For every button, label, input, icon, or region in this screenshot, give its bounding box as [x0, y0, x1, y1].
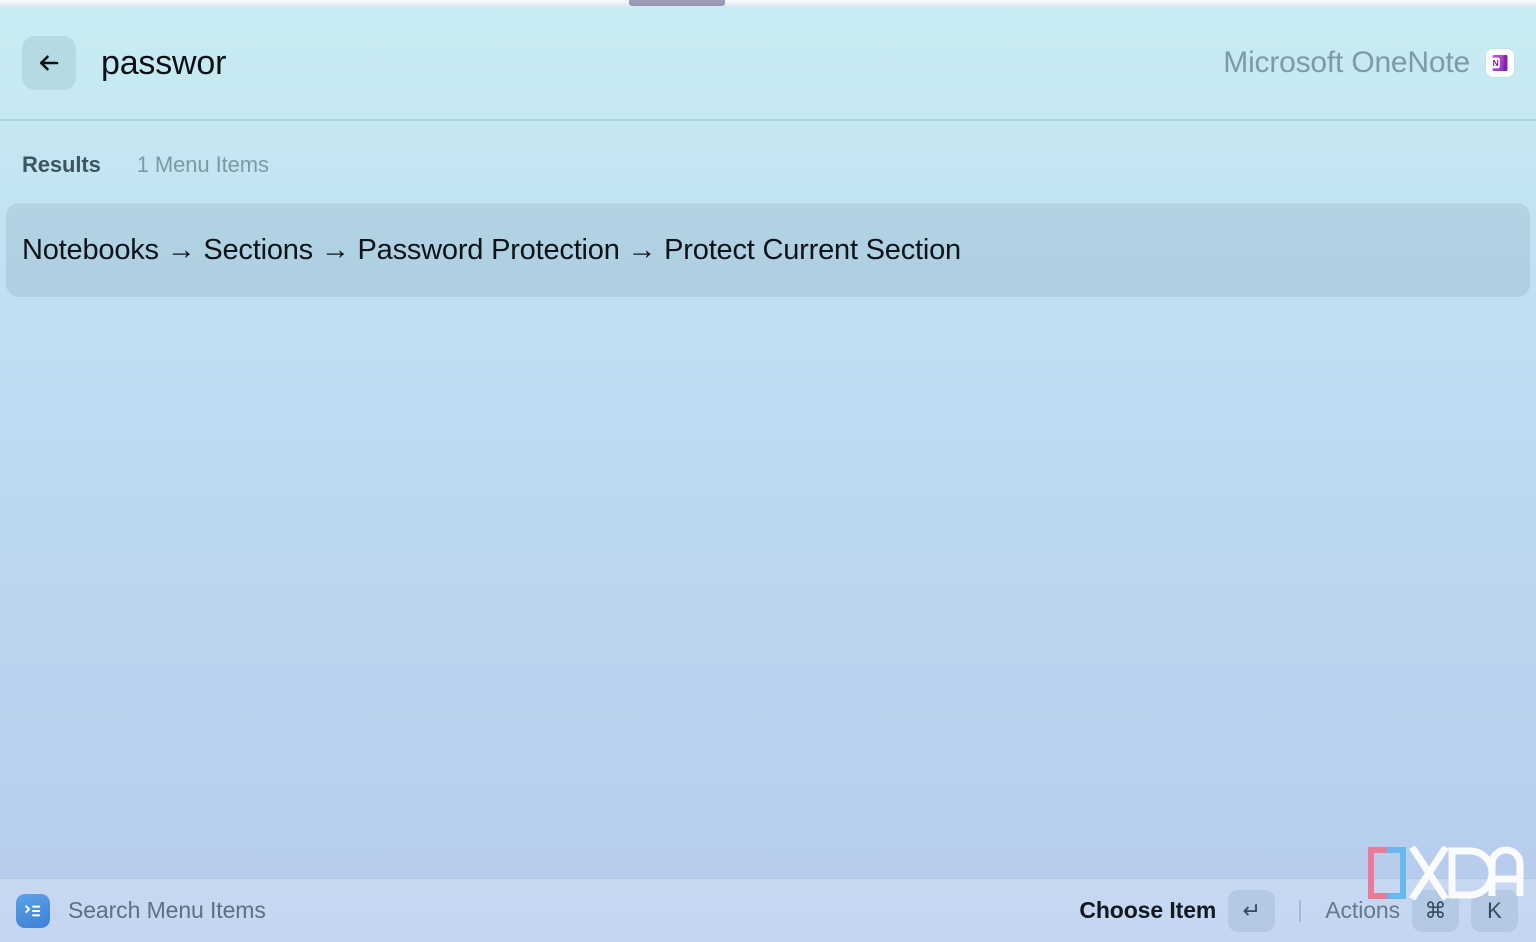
return-key-badge[interactable]: ↵: [1228, 889, 1276, 932]
footer-actions-group: Choose Item ↵ Actions ⌘ K: [1079, 889, 1518, 932]
footer-hint-label: Search Menu Items: [68, 897, 266, 923]
command-palette-header: passwor Microsoft OneNote N: [0, 7, 1536, 119]
header-divider: [0, 119, 1536, 121]
results-section-label: Results: [22, 152, 101, 177]
results-header: Results 1 Menu Items: [22, 152, 269, 178]
svg-text:N: N: [1493, 58, 1499, 68]
footer-bar: Search Menu Items Choose Item ↵ Actions …: [0, 878, 1536, 942]
background-window-tab: [629, 0, 725, 6]
footer-separator: [1299, 899, 1302, 922]
onenote-icon: N: [1486, 49, 1514, 77]
actions-label[interactable]: Actions: [1325, 897, 1400, 924]
back-button[interactable]: [22, 36, 76, 90]
background-window-sliver: [0, 0, 1536, 7]
search-query-text[interactable]: passwor: [101, 46, 226, 80]
results-count-label: 1 Menu Items: [136, 152, 269, 177]
result-row[interactable]: Notebooks → Sections → Password Protecti…: [6, 203, 1530, 297]
command-key-badge[interactable]: ⌘: [1412, 889, 1459, 932]
footer-left-group: Search Menu Items: [16, 893, 266, 928]
header-app-context: Microsoft OneNote N: [1223, 46, 1514, 80]
results-list: Notebooks → Sections → Password Protecti…: [6, 203, 1530, 297]
result-path-label: Notebooks → Sections → Password Protecti…: [22, 233, 961, 266]
menu-items-icon: [16, 893, 50, 928]
k-key-badge[interactable]: K: [1471, 889, 1518, 932]
choose-item-label[interactable]: Choose Item: [1079, 897, 1216, 924]
target-app-name: Microsoft OneNote: [1223, 46, 1470, 79]
arrow-left-icon: [34, 48, 64, 78]
